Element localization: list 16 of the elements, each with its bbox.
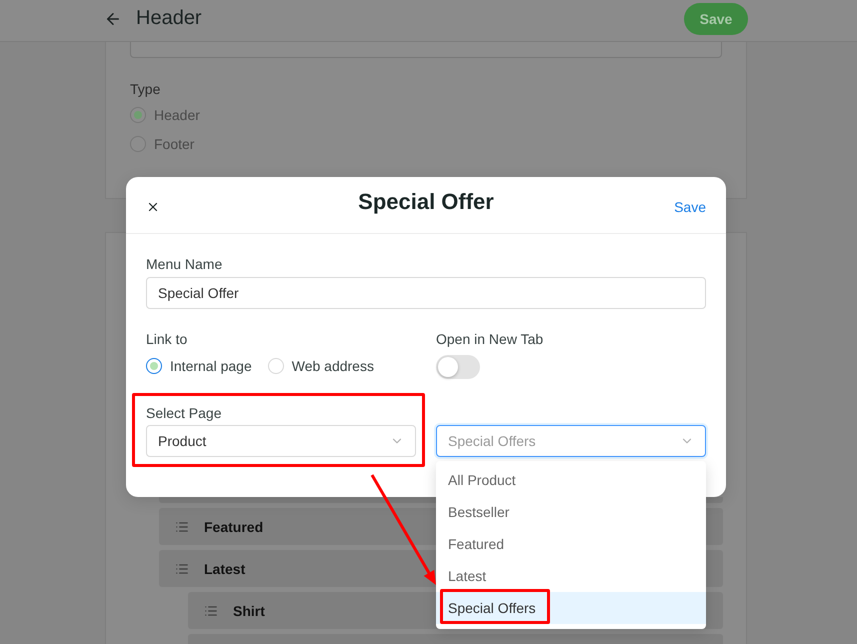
- menu-item-label: Shirt: [233, 602, 265, 618]
- field-label: Menu Name: [146, 255, 222, 273]
- field-label: Link to: [146, 330, 188, 348]
- type-label: Type: [130, 80, 160, 98]
- modal-title: Special Offer: [358, 189, 494, 215]
- menu-item-label: Featured: [204, 518, 264, 534]
- field-label: Select Page: [146, 404, 222, 422]
- radio-label: Footer: [154, 136, 194, 152]
- radio-label: Internal page: [170, 358, 252, 374]
- radio-label: Web address: [292, 358, 374, 374]
- select-value: Product: [158, 433, 206, 449]
- select-value: Special Offers: [448, 433, 536, 449]
- page-title: Header: [136, 7, 202, 30]
- menu-item-label: Latest: [204, 560, 246, 576]
- field-label: Open in New Tab: [436, 330, 544, 348]
- radio-label: Header: [154, 107, 200, 123]
